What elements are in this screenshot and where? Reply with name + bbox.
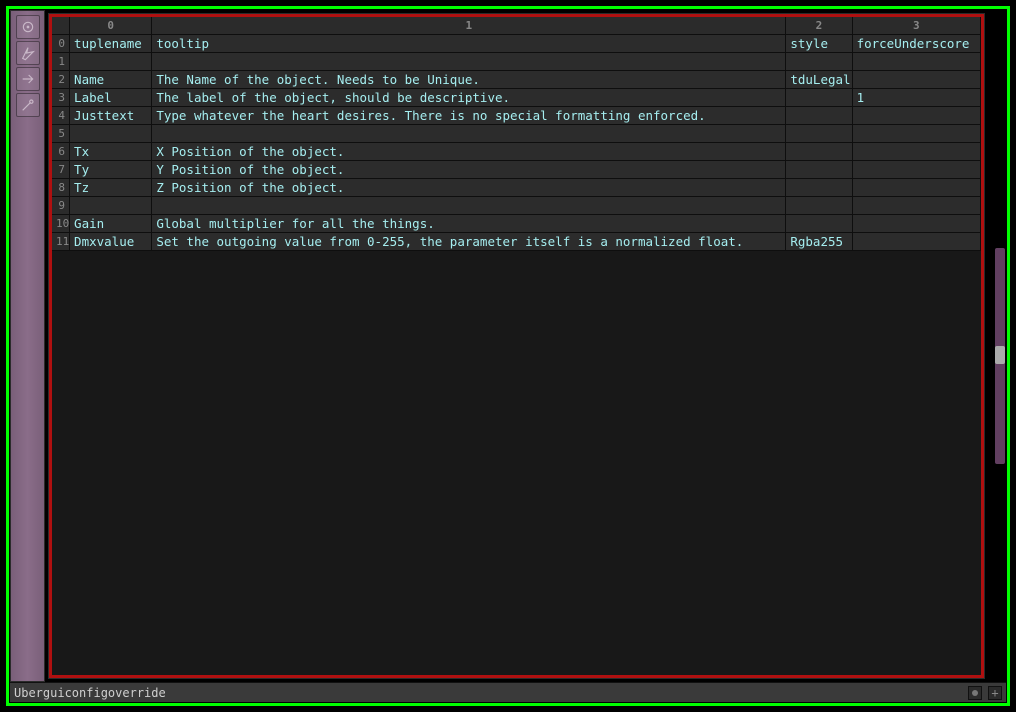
cell[interactable]: The label of the object, should be descr… <box>152 89 786 107</box>
side-toolbar <box>10 10 45 682</box>
table-scroll[interactable]: 0 1 2 3 0tuplenametooltipstyleforceUnder… <box>52 17 981 675</box>
table-row: 10GainGlobal multiplier for all the thin… <box>52 215 981 233</box>
data-table[interactable]: 0 1 2 3 0tuplenametooltipstyleforceUnder… <box>52 17 981 251</box>
cell[interactable]: style <box>786 35 852 53</box>
cell[interactable]: Z Position of the object. <box>152 179 786 197</box>
wand-icon[interactable] <box>16 93 40 117</box>
cell[interactable]: X Position of the object. <box>152 143 786 161</box>
record-icon[interactable] <box>968 686 982 700</box>
row-number[interactable]: 6 <box>52 143 70 161</box>
cell[interactable] <box>786 215 852 233</box>
cell[interactable] <box>152 53 786 71</box>
cell[interactable] <box>853 53 981 71</box>
table-row: 3LabelThe label of the object, should be… <box>52 89 981 107</box>
cell[interactable] <box>853 125 981 143</box>
cell[interactable]: Ty <box>70 161 152 179</box>
cell[interactable] <box>853 161 981 179</box>
cell[interactable] <box>70 53 152 71</box>
cell[interactable]: 1 <box>853 89 981 107</box>
row-number[interactable]: 0 <box>52 35 70 53</box>
cell[interactable] <box>786 125 852 143</box>
cell[interactable] <box>786 197 852 215</box>
cell[interactable]: Gain <box>70 215 152 233</box>
row-number[interactable]: 5 <box>52 125 70 143</box>
corner-cell <box>52 17 70 35</box>
target-icon[interactable] <box>16 15 40 39</box>
cell[interactable] <box>853 143 981 161</box>
cell[interactable]: Rgba255 <box>786 233 852 251</box>
status-title: Uberguiconfigoverride <box>14 686 166 700</box>
table-row: 4JusttextType whatever the heart desires… <box>52 107 981 125</box>
cell[interactable]: tuplename <box>70 35 152 53</box>
row-number[interactable]: 7 <box>52 161 70 179</box>
bolt-icon[interactable] <box>16 41 40 65</box>
column-header-row: 0 1 2 3 <box>52 17 981 35</box>
row-number[interactable]: 1 <box>52 53 70 71</box>
cell[interactable] <box>70 125 152 143</box>
row-number[interactable]: 4 <box>52 107 70 125</box>
cell[interactable]: Type whatever the heart desires. There i… <box>152 107 786 125</box>
cell[interactable] <box>853 71 981 89</box>
cell[interactable] <box>786 143 852 161</box>
cell[interactable]: Tz <box>70 179 152 197</box>
column-header[interactable]: 2 <box>786 17 852 35</box>
cell[interactable]: Dmxvalue <box>70 233 152 251</box>
cell[interactable] <box>152 197 786 215</box>
table-row: 8TzZ Position of the object. <box>52 179 981 197</box>
arrow-right-icon[interactable] <box>16 67 40 91</box>
cell[interactable] <box>152 125 786 143</box>
row-number[interactable]: 3 <box>52 89 70 107</box>
cell[interactable] <box>853 215 981 233</box>
cell[interactable] <box>786 53 852 71</box>
cell[interactable]: tduLegal <box>786 71 852 89</box>
cell[interactable] <box>853 197 981 215</box>
cell[interactable]: Global multiplier for all the things. <box>152 215 786 233</box>
table-row: 9 <box>52 197 981 215</box>
cell[interactable] <box>786 89 852 107</box>
cell[interactable]: forceUnderscore <box>853 35 981 53</box>
row-number[interactable]: 2 <box>52 71 70 89</box>
cell[interactable] <box>853 179 981 197</box>
column-header[interactable]: 0 <box>70 17 152 35</box>
table-row: 6TxX Position of the object. <box>52 143 981 161</box>
cell[interactable] <box>853 107 981 125</box>
table-row: 2NameThe Name of the object. Needs to be… <box>52 71 981 89</box>
cell[interactable]: tooltip <box>152 35 786 53</box>
cell[interactable] <box>70 197 152 215</box>
status-bar: Uberguiconfigoverride + <box>10 682 1006 702</box>
add-icon[interactable]: + <box>988 686 1002 700</box>
table-row: 7TyY Position of the object. <box>52 161 981 179</box>
vertical-scrollbar-thumb[interactable] <box>995 346 1005 364</box>
cell[interactable]: The Name of the object. Needs to be Uniq… <box>152 71 786 89</box>
cell[interactable]: Tx <box>70 143 152 161</box>
table-row: 11DmxvalueSet the outgoing value from 0-… <box>52 233 981 251</box>
column-header[interactable]: 3 <box>853 17 981 35</box>
cell[interactable]: Set the outgoing value from 0-255, the p… <box>152 233 786 251</box>
row-number[interactable]: 8 <box>52 179 70 197</box>
row-number[interactable]: 11 <box>52 233 70 251</box>
row-number[interactable]: 10 <box>52 215 70 233</box>
cell[interactable] <box>786 161 852 179</box>
row-number[interactable]: 9 <box>52 197 70 215</box>
cell[interactable]: Name <box>70 71 152 89</box>
table-area: 0 1 2 3 0tuplenametooltipstyleforceUnder… <box>48 13 985 679</box>
table-row: 0tuplenametooltipstyleforceUnderscore <box>52 35 981 53</box>
cell[interactable]: Justtext <box>70 107 152 125</box>
cell[interactable] <box>786 107 852 125</box>
table-row: 5 <box>52 125 981 143</box>
scrollbar-zone <box>988 10 1006 682</box>
cell[interactable] <box>853 233 981 251</box>
column-header[interactable]: 1 <box>152 17 786 35</box>
cell[interactable]: Y Position of the object. <box>152 161 786 179</box>
cell[interactable]: Label <box>70 89 152 107</box>
cell[interactable] <box>786 179 852 197</box>
table-row: 1 <box>52 53 981 71</box>
